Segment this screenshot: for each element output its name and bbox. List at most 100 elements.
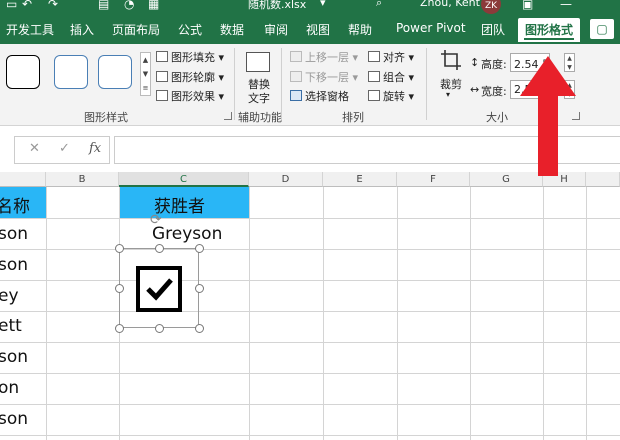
tab-review[interactable]: 审阅 — [264, 21, 288, 38]
redo-icon[interactable]: ↷ — [48, 0, 58, 11]
chevron-down-icon[interactable]: ▾ — [446, 90, 450, 99]
gallery-scroll[interactable]: ▲ ▼ ≡ — [140, 52, 151, 96]
alt-text-icon[interactable] — [246, 52, 270, 72]
ribbon-tabs: 开发工具 插入 页面布局 公式 数据 审阅 视图 帮助 Power Pivot … — [0, 14, 620, 44]
column-header-b[interactable]: B — [46, 172, 119, 187]
send-backward-button[interactable]: 下移一层 ▾ — [290, 69, 358, 85]
cell-a7-text: on — [0, 378, 20, 398]
minimize-icon[interactable]: — — [560, 0, 572, 11]
avatar[interactable]: ZK — [481, 0, 501, 14]
column-header-c[interactable]: C — [119, 172, 249, 187]
shape-style-black[interactable] — [6, 55, 40, 89]
gridline — [397, 187, 398, 440]
tab-page-layout[interactable]: 页面布局 — [112, 21, 160, 38]
insert-function-icon[interactable]: fx — [89, 141, 101, 156]
gridline — [0, 280, 620, 281]
resize-handle-w[interactable] — [115, 284, 124, 293]
gridline — [323, 187, 324, 440]
quick-access-icon[interactable]: ▤ — [98, 0, 109, 11]
shape-outline-button[interactable]: 图形轮廓 ▾ — [156, 69, 224, 85]
tab-insert[interactable]: 插入 — [70, 21, 94, 38]
ribbon-separator — [234, 48, 235, 120]
tab-shape-format[interactable]: 图形格式 — [518, 18, 581, 42]
align-button[interactable]: 对齐 ▾ — [368, 49, 414, 65]
shape-fill-button[interactable]: 图形填充 ▾ — [156, 49, 224, 65]
column-header-d[interactable]: D — [249, 172, 323, 187]
cell-a3-text: son — [0, 255, 29, 275]
rotate-handle-icon[interactable]: ⟳ — [150, 212, 162, 228]
ribbon-display-icon[interactable]: ▣ — [522, 0, 533, 11]
group-label-arrange: 排列 — [342, 111, 364, 124]
column-header-i[interactable] — [586, 172, 620, 187]
column-header-e[interactable]: E — [323, 172, 397, 187]
window-title: 随机数.xlsx — [248, 0, 307, 11]
paint-bucket-icon — [156, 51, 168, 62]
resize-handle-e[interactable] — [195, 284, 204, 293]
resize-handle-se[interactable] — [195, 324, 204, 333]
tab-data[interactable]: 数据 — [220, 21, 244, 38]
gridline — [0, 249, 620, 250]
gridline — [46, 187, 47, 440]
qat-customize-icon[interactable]: ◔ — [124, 0, 134, 11]
group-objects-icon — [368, 71, 380, 82]
resize-handle-s[interactable] — [155, 324, 164, 333]
cancel-icon[interactable]: ✕ — [29, 141, 40, 156]
gridline — [586, 187, 587, 440]
alt-text-label-2[interactable]: 文字 — [248, 90, 270, 106]
enter-icon[interactable]: ✓ — [59, 141, 70, 156]
shape-style-blue-1[interactable] — [54, 55, 88, 89]
comment-icon[interactable]: ▢ — [590, 19, 614, 39]
user-name[interactable]: Zhou, Kent — [420, 0, 480, 9]
tab-help[interactable]: 帮助 — [348, 21, 372, 38]
crop-icon[interactable] — [440, 49, 462, 71]
gridline — [0, 218, 620, 219]
group-button[interactable]: 组合 ▾ — [368, 69, 414, 85]
cell-a2-text: son — [0, 224, 29, 244]
rotate-button[interactable]: 旋转 ▾ — [368, 88, 414, 104]
selection-pane-button[interactable]: 选择窗格 — [290, 88, 349, 104]
column-header-f[interactable]: F — [397, 172, 470, 187]
shape-effects-button[interactable]: 图形效果 ▾ — [156, 88, 224, 104]
gridline — [0, 404, 620, 405]
tab-developer[interactable]: 开发工具 — [6, 21, 54, 38]
effects-icon — [156, 90, 168, 101]
undo-icon[interactable]: ↶ — [22, 0, 32, 11]
tab-team[interactable]: 团队 — [481, 21, 505, 38]
qat-extra-icon[interactable]: ▦ — [148, 0, 159, 11]
selection-pane-icon — [290, 90, 302, 101]
save-icon[interactable]: ▭ — [6, 0, 17, 11]
width-label: 宽度: — [481, 85, 507, 98]
gridline — [470, 187, 471, 440]
group-label-accessibility: 辅助功能 — [238, 111, 282, 124]
resize-handle-n[interactable] — [155, 244, 164, 253]
cell-a5-text: ett — [0, 316, 22, 336]
crop-label[interactable]: 裁剪 — [440, 76, 462, 92]
group-label-shape-styles: 图形样式 — [84, 111, 128, 124]
ribbon-separator — [426, 48, 427, 120]
height-label: 高度: — [481, 58, 507, 71]
tab-view[interactable]: 视图 — [306, 21, 330, 38]
bring-forward-button[interactable]: 上移一层 ▾ — [290, 49, 358, 65]
resize-handle-sw[interactable] — [115, 324, 124, 333]
tab-formulas[interactable]: 公式 — [178, 21, 202, 38]
search-icon[interactable]: ⌕ — [376, 0, 382, 10]
column-header-a[interactable] — [0, 172, 46, 187]
checkbox-shape[interactable] — [136, 266, 182, 312]
resize-handle-ne[interactable] — [195, 244, 204, 253]
width-icon: ↔ — [470, 83, 480, 96]
gridline — [0, 311, 620, 312]
tab-power-pivot[interactable]: Power Pivot — [396, 21, 466, 35]
group-label-size: 大小 — [486, 111, 508, 124]
cell-a1-text: 名称 — [0, 197, 30, 217]
ribbon-separator — [281, 48, 282, 120]
shape-styles-launcher-icon[interactable] — [224, 112, 232, 120]
cell-a8-text: son — [0, 409, 29, 429]
cell-c2-text: Greyson — [152, 224, 223, 244]
gridline — [543, 187, 544, 440]
resize-handle-nw[interactable] — [115, 244, 124, 253]
shape-style-blue-2[interactable] — [98, 55, 132, 89]
checkmark-icon — [146, 278, 173, 301]
cell-a6-text: son — [0, 347, 29, 367]
bring-forward-icon — [290, 51, 302, 62]
chevron-down-icon[interactable]: ▾ — [320, 0, 326, 9]
